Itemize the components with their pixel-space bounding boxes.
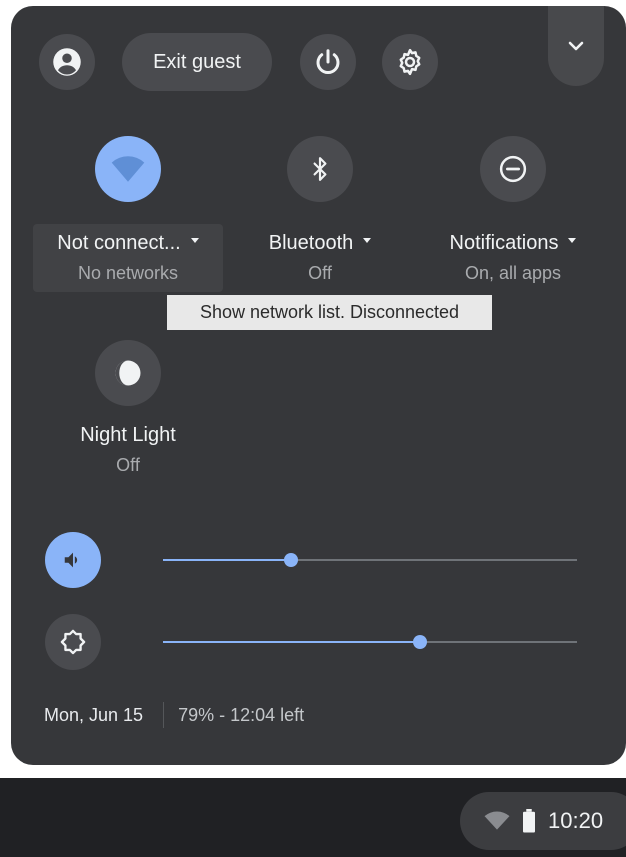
network-list-button[interactable]: Not connect... No networks	[33, 224, 223, 292]
night-light-status: Off	[116, 455, 140, 475]
network-label: Not connect...	[57, 232, 181, 254]
exit-guest-button[interactable]: Exit guest	[122, 33, 272, 91]
volume-icon	[64, 552, 78, 568]
shelf: 10:20	[0, 778, 626, 857]
status-area-button[interactable]: 10:20	[460, 792, 626, 850]
network-tooltip: Show network list. Disconnected	[167, 295, 492, 330]
status-footer: Mon, Jun 15 79% - 12:04 left	[44, 702, 304, 728]
wifi-icon	[111, 156, 145, 182]
quick-settings-panel: Exit guest Not connect... No networks Bl…	[11, 6, 626, 765]
volume-slider[interactable]	[163, 553, 577, 567]
date-button[interactable]: Mon, Jun 15	[44, 705, 143, 726]
exit-guest-label: Exit guest	[153, 50, 241, 73]
do-not-disturb-icon	[499, 155, 527, 183]
network-pod: Not connect... No networks	[33, 136, 223, 292]
bluetooth-toggle-button[interactable]	[287, 136, 353, 202]
notifications-settings-button[interactable]: Notifications On, all apps	[418, 224, 608, 292]
battery-icon	[523, 809, 535, 833]
bluetooth-label: Bluetooth	[268, 232, 354, 254]
night-light-icon	[115, 360, 141, 386]
notifications-label: Notifications	[449, 232, 559, 254]
bluetooth-pod: Bluetooth Off	[225, 136, 415, 292]
clock: 10:20	[548, 808, 604, 833]
brightness-button[interactable]	[45, 614, 101, 670]
notifications-toggle-button[interactable]	[480, 136, 546, 202]
bluetooth-status: Off	[308, 263, 332, 283]
dropdown-caret-icon	[363, 238, 372, 243]
mute-toggle-button[interactable]	[45, 532, 101, 588]
account-icon	[53, 48, 81, 76]
brightness-slider[interactable]	[163, 635, 577, 649]
footer-divider	[163, 702, 165, 728]
brightness-slider-thumb[interactable]	[412, 635, 427, 649]
user-account-button[interactable]	[39, 34, 95, 90]
collapse-button[interactable]	[548, 6, 604, 86]
tooltip-text: Show network list. Disconnected	[199, 302, 460, 322]
volume-row	[45, 532, 585, 590]
battery-status: 79% - 12:04 left	[178, 704, 305, 725]
volume-slider-fill	[163, 559, 292, 561]
night-light-toggle-button[interactable]	[95, 340, 161, 406]
power-icon	[316, 49, 340, 74]
brightness-row	[45, 614, 585, 672]
wifi-icon	[484, 811, 510, 830]
settings-button[interactable]	[382, 34, 438, 90]
night-light-label: Night Light	[80, 424, 176, 446]
network-status: No networks	[77, 263, 179, 283]
bluetooth-list-button[interactable]: Bluetooth Off	[225, 224, 415, 292]
chevron-down-icon	[568, 41, 584, 51]
volume-slider-thumb[interactable]	[284, 553, 299, 567]
bluetooth-icon	[313, 157, 327, 181]
night-light-label-area[interactable]: Night Light Off	[33, 416, 223, 484]
dropdown-caret-icon	[568, 238, 577, 243]
night-light-pod: Night Light Off	[33, 340, 223, 484]
notifications-status: On, all apps	[464, 263, 562, 283]
settings-icon	[399, 48, 421, 76]
notifications-pod: Notifications On, all apps	[418, 136, 608, 292]
brightness-slider-fill	[163, 641, 420, 643]
dropdown-caret-icon	[190, 238, 199, 243]
network-toggle-button[interactable]	[95, 136, 161, 202]
power-button[interactable]	[300, 34, 356, 90]
brightness-icon	[60, 629, 86, 655]
